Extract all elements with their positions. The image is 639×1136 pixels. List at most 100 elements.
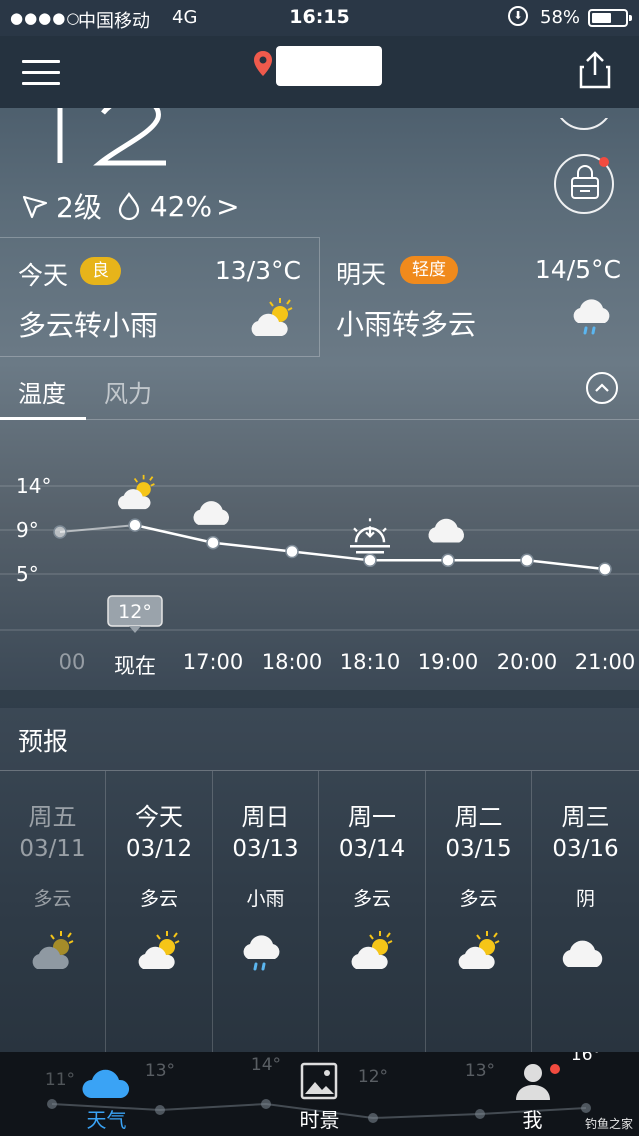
forecast-day[interactable]: 今天 03/12 多云 (107, 771, 213, 1055)
forecast-day-name: 周二 (454, 803, 503, 831)
forecast-title: 预报 (18, 727, 69, 756)
humidity-value: 42% (149, 189, 213, 223)
hour-label: 17:00 (182, 650, 244, 674)
tab-weather[interactable]: 天气 (0, 1052, 213, 1136)
temp-point[interactable] (441, 553, 455, 568)
forecast-weather: 小雨 (246, 888, 285, 910)
cloud-icon (428, 518, 465, 543)
today-aqi-badge: 良 (80, 257, 121, 285)
status-bar: ●●●●○ 中国移动 4G 16:15 ⬇ 58% (0, 0, 639, 36)
partly-sunny-icon (351, 931, 393, 969)
forecast-day[interactable]: 周三 03/16 阴 (533, 771, 639, 1055)
svg-text:12°: 12° (118, 601, 152, 623)
temp-point[interactable] (285, 544, 299, 559)
temp-point[interactable] (206, 535, 220, 550)
forecast-date: 03/15 (445, 836, 512, 862)
hour-label: 18:00 (261, 650, 323, 674)
chart-tabs: 温度 风力 (0, 358, 639, 420)
cloud-icon (193, 501, 230, 525)
watermark: 钓鱼之家 (584, 1117, 633, 1131)
forecast-day[interactable]: 周五 03/11 多云 (0, 771, 106, 1055)
battery-icon (588, 9, 632, 27)
tab-scenes-label: 时景 (299, 1108, 340, 1132)
hour-label: 19:00 (417, 650, 479, 674)
light-rain-icon (570, 293, 616, 343)
notification-dot (550, 1064, 560, 1074)
tab-wind[interactable]: 风力 (104, 374, 152, 409)
hamburger-icon[interactable] (22, 56, 60, 88)
user-icon (516, 1064, 550, 1100)
temp-point[interactable] (53, 525, 67, 539)
partly-sunny-icon (138, 931, 180, 969)
partly-sunny-icon (320, 929, 425, 977)
hour-label: 18:10 (339, 650, 401, 674)
forecast-weather: 多云 (459, 888, 498, 910)
forecast-day-name: 周五 (28, 803, 77, 831)
chevron-right-icon: > (216, 189, 240, 223)
cloud-icon (533, 929, 639, 977)
partly-sunny-icon (426, 929, 531, 977)
y-tick-label: 5° (16, 562, 39, 586)
today-label: 今天 (18, 261, 69, 290)
forecast-day-name: 周一 (348, 803, 396, 831)
tomorrow-aqi-badge: 轻度 (400, 256, 458, 284)
bottom-tab-bar: 13° 14° 12° 13° 16° 11° 天气 时景 我 (0, 1052, 639, 1136)
cloud-icon (82, 1069, 130, 1098)
partly-sunny-icon (458, 931, 499, 969)
picture-icon (300, 1062, 338, 1100)
tab-scenes[interactable]: 时景 (213, 1052, 426, 1136)
top-nav-bar (0, 36, 639, 108)
hour-label: 现在 (114, 654, 156, 678)
tab-weather-label: 天气 (86, 1108, 127, 1132)
wind-level: 2级 (56, 191, 102, 224)
light-rain-icon (213, 929, 318, 977)
temp-point[interactable] (598, 562, 612, 576)
partly-sunny-icon (246, 296, 298, 344)
forecast-day[interactable]: 周日 03/13 小雨 (213, 771, 319, 1055)
wind-humidity-row[interactable]: 2级 42% > (20, 186, 244, 226)
tomorrow-weather-desc: 小雨转多云 (336, 308, 477, 341)
tomorrow-panel[interactable]: 明天 轻度 14/5°C 小雨转多云 (320, 237, 639, 357)
hour-label: 21:00 (574, 650, 636, 674)
partly-sunny-icon (118, 474, 155, 510)
partly-sunny-icon (107, 929, 212, 977)
forecast-day[interactable]: 周一 03/14 多云 (320, 771, 426, 1055)
forecast-date: 03/13 (232, 836, 299, 862)
tab-temperature[interactable]: 温度 (18, 374, 66, 409)
y-tick-label: 14° (16, 474, 51, 498)
forecast-weather: 多云 (33, 888, 72, 910)
forecast-day[interactable]: 周二 03/15 多云 (426, 771, 532, 1055)
sunset-icon (350, 518, 390, 554)
temp-point[interactable] (520, 553, 534, 568)
notification-dot (599, 157, 609, 167)
location-name[interactable] (276, 46, 382, 86)
temp-point[interactable] (128, 518, 142, 532)
battery-percent: 58% (540, 7, 581, 28)
temp-point[interactable] (363, 553, 377, 568)
tomorrow-label: 明天 (336, 260, 387, 289)
forecast-date: 03/16 (552, 836, 619, 862)
today-weather-desc: 多云转小雨 (18, 309, 159, 342)
light-rain-icon (243, 935, 279, 971)
today-temp-range: 13/3°C (214, 256, 301, 285)
forecast-day-name: 今天 (135, 803, 183, 831)
hour-label: 20:00 (496, 650, 558, 674)
rotation-lock-icon: ⬇ (508, 6, 528, 26)
partly-sunny-icon (0, 929, 105, 977)
forecast-weather: 多云 (139, 888, 178, 910)
forecast-day-name: 周日 (241, 803, 290, 831)
y-tick-label: 9° (16, 518, 39, 542)
wind-direction-icon (22, 195, 48, 219)
share-icon[interactable] (578, 50, 612, 94)
location-pin-icon (252, 50, 274, 82)
section-separator (0, 690, 639, 708)
forecast-weather: 多云 (352, 888, 391, 910)
forecast-weather: 阴 (575, 888, 595, 910)
today-panel[interactable]: 今天 良 13/3°C 多云转小雨 (0, 237, 319, 357)
forecast-date: 03/11 (19, 836, 86, 862)
current-temperature: 12 (28, 108, 188, 168)
humidity-drop-icon (118, 192, 139, 221)
partly-sunny-icon (32, 931, 73, 969)
collapse-chevron-up-icon[interactable] (586, 372, 618, 404)
forecast-date: 03/12 (125, 836, 193, 862)
